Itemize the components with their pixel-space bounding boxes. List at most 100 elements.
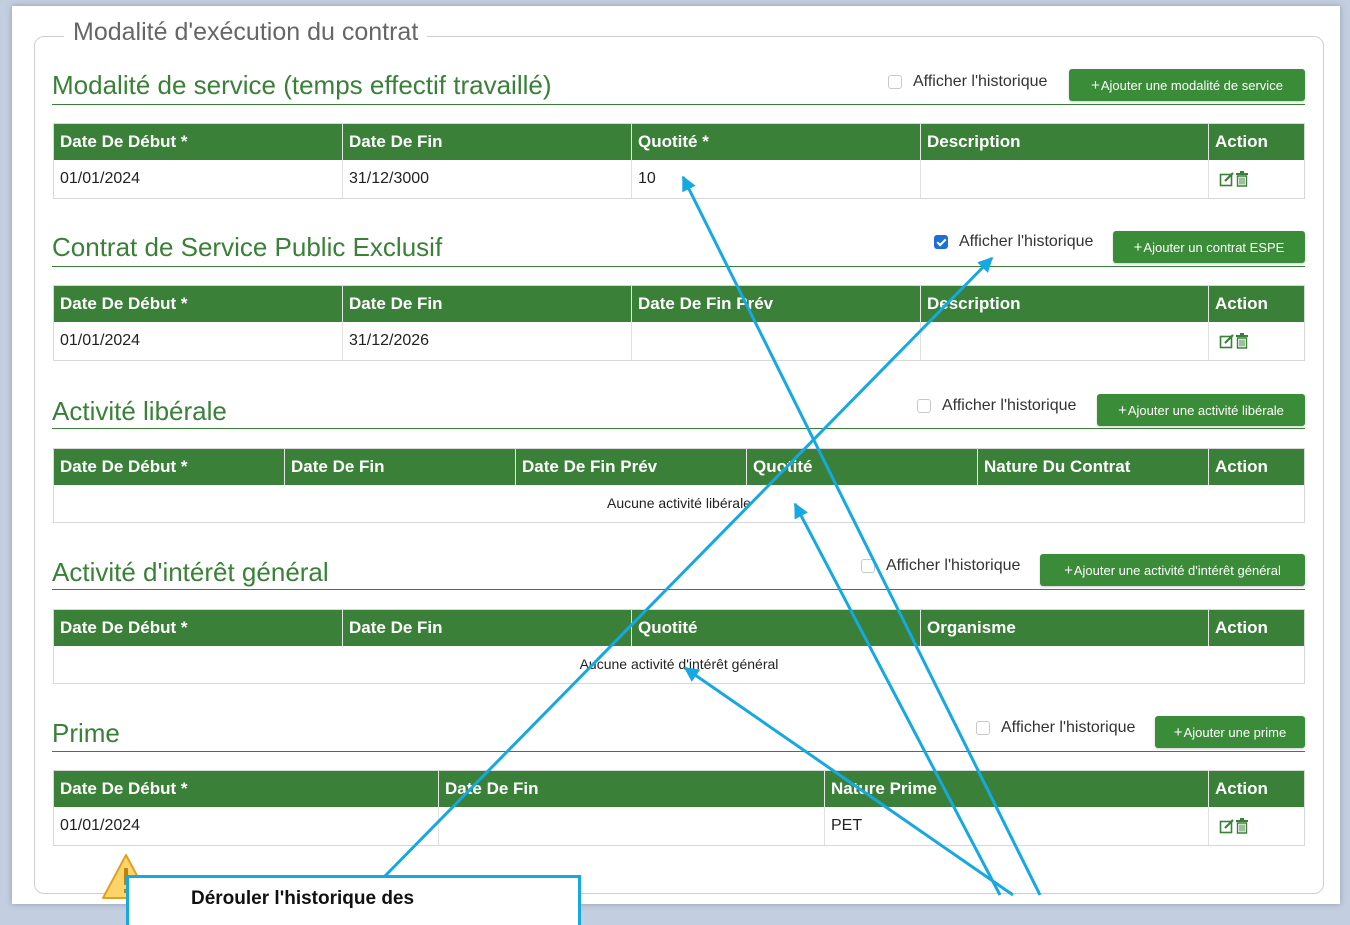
table-cell: 01/01/2024 (54, 160, 343, 198)
table-header: Date De Début * Date De Fin Quotité * De… (54, 124, 1304, 160)
history-toggle-liberale[interactable]: Afficher l'historique (917, 394, 1076, 418)
button-label: Ajouter une modalité de service (1100, 77, 1283, 93)
table-cell: 01/01/2024 (54, 322, 343, 360)
history-label: Afficher l'historique (942, 397, 1077, 414)
service-table: Date De Début * Date De Fin Quotité * De… (53, 123, 1305, 199)
espe-table: Date De Début * Date De Fin Date De Fin … (53, 285, 1305, 361)
history-checkbox-liberale[interactable] (917, 399, 931, 413)
button-label: Ajouter une activité d'intérêt général (1073, 562, 1281, 578)
table-header: Date De Début * Date De Fin Date De Fin … (54, 449, 1304, 485)
column-header[interactable]: Organisme (921, 610, 1209, 646)
column-header[interactable]: Description (921, 286, 1209, 322)
trash-icon[interactable] (1235, 170, 1249, 187)
table-cell (921, 322, 1209, 360)
table-cell: PET (825, 807, 1209, 845)
section-title-liberale: Activité libérale (52, 396, 227, 426)
column-header: Action (1215, 618, 1268, 637)
column-header: Action (1215, 132, 1268, 151)
add-interet-button[interactable]: + Ajouter une activité d'intérêt général (1040, 554, 1305, 586)
plus-icon: + (1091, 76, 1100, 94)
column-header[interactable]: Date De Fin (343, 286, 632, 322)
table-cell: 01/01/2024 (54, 807, 439, 845)
history-label: Afficher l'historique (886, 557, 1021, 574)
column-header[interactable]: Date De Début * (54, 771, 439, 807)
liberale-table: Date De Début * Date De Fin Date De Fin … (53, 448, 1305, 523)
add-liberale-button[interactable]: + Ajouter une activité libérale (1097, 394, 1305, 426)
column-header[interactable]: Date De Fin (343, 610, 632, 646)
section-title-espe: Contrat de Service Public Exclusif (52, 232, 443, 262)
empty-table-message: Aucune activité libérale (607, 495, 751, 511)
table-header: Date De Début * Date De Fin Nature Prime… (54, 771, 1304, 807)
history-label: Afficher l'historique (913, 73, 1048, 90)
table-row: 01/01/2024 31/12/2026 (54, 322, 1304, 360)
column-header[interactable]: Date De Début * (54, 124, 343, 160)
history-label: Afficher l'historique (1001, 719, 1136, 736)
table-header: Date De Début * Date De Fin Date De Fin … (54, 286, 1304, 322)
table-cell: 31/12/2026 (343, 322, 632, 360)
column-header[interactable]: Date De Début * (54, 286, 343, 322)
trash-icon[interactable] (1235, 817, 1249, 834)
history-checkbox-espe[interactable] (934, 235, 948, 249)
table-header: Date De Début * Date De Fin Quotité Orga… (54, 610, 1304, 646)
fieldset-legend: Modalité d'exécution du contrat (64, 18, 428, 47)
section-divider (52, 104, 1305, 105)
section-title-service: Modalité de service (temps effectif trav… (52, 70, 552, 100)
column-header[interactable]: Date De Fin Prév (632, 286, 921, 322)
section-divider (52, 428, 1305, 429)
table-cell (632, 322, 921, 360)
table-cell (439, 807, 825, 845)
plus-icon: + (1118, 401, 1127, 419)
plus-icon: + (1064, 561, 1073, 579)
column-header[interactable]: Quotité (747, 449, 978, 485)
history-toggle-espe[interactable]: Afficher l'historique (934, 230, 1093, 254)
column-header[interactable]: Date De Fin (439, 771, 825, 807)
column-header[interactable]: Quotité (632, 610, 921, 646)
callout-text: Dérouler l'historique des (191, 888, 415, 909)
section-divider (52, 266, 1305, 267)
column-header: Action (1215, 779, 1268, 798)
history-checkbox-interet[interactable] (861, 559, 875, 573)
history-checkbox-service[interactable] (888, 75, 902, 89)
trash-icon[interactable] (1235, 332, 1249, 349)
column-header[interactable]: Date De Fin (285, 449, 516, 485)
table-cell: 10 (632, 160, 921, 198)
add-service-button[interactable]: + Ajouter une modalité de service (1069, 69, 1305, 101)
history-toggle-interet[interactable]: Afficher l'historique (861, 554, 1020, 578)
column-header[interactable]: Date De Fin (343, 124, 632, 160)
action-cell (1209, 322, 1304, 360)
column-header[interactable]: Date De Début * (54, 449, 285, 485)
history-toggle-service[interactable]: Afficher l'historique (888, 70, 1047, 94)
button-label: Ajouter une activité libérale (1127, 402, 1284, 418)
edit-icon[interactable] (1219, 818, 1235, 834)
action-cell (1209, 160, 1304, 198)
history-checkbox-prime[interactable] (976, 721, 990, 735)
section-divider (52, 751, 1305, 752)
interet-table: Date De Début * Date De Fin Quotité Orga… (53, 609, 1305, 684)
action-cell (1209, 807, 1304, 845)
plus-icon: + (1173, 723, 1183, 741)
column-header[interactable]: Nature Prime (825, 771, 1209, 807)
table-cell (921, 160, 1209, 198)
section-divider (52, 589, 1305, 590)
column-header[interactable]: Description (921, 124, 1209, 160)
edit-icon[interactable] (1219, 333, 1235, 349)
section-title-prime: Prime (52, 718, 120, 748)
column-header[interactable]: Quotité * (632, 124, 921, 160)
empty-table-message: Aucune activité d'intérêt général (579, 656, 779, 672)
history-toggle-prime[interactable]: Afficher l'historique (976, 716, 1135, 740)
column-header[interactable]: Date De Début * (54, 610, 343, 646)
column-header[interactable]: Nature Du Contrat (978, 449, 1209, 485)
table-row: 01/01/2024 PET (54, 807, 1304, 845)
prime-table: Date De Début * Date De Fin Nature Prime… (53, 770, 1305, 846)
add-prime-button[interactable]: + Ajouter une prime (1155, 716, 1305, 748)
table-row: 01/01/2024 31/12/3000 10 (54, 160, 1304, 198)
table-cell: 31/12/3000 (343, 160, 632, 198)
plus-icon: + (1133, 238, 1143, 256)
section-title-interet: Activité d'intérêt général (52, 557, 329, 587)
add-espe-button[interactable]: + Ajouter un contrat ESPE (1113, 231, 1305, 263)
callout-box: Dérouler l'historique des (126, 875, 581, 925)
column-header[interactable]: Date De Fin Prév (516, 449, 747, 485)
edit-icon[interactable] (1219, 171, 1235, 187)
column-header: Action (1215, 457, 1268, 476)
button-label: Ajouter un contrat ESPE (1143, 239, 1285, 255)
